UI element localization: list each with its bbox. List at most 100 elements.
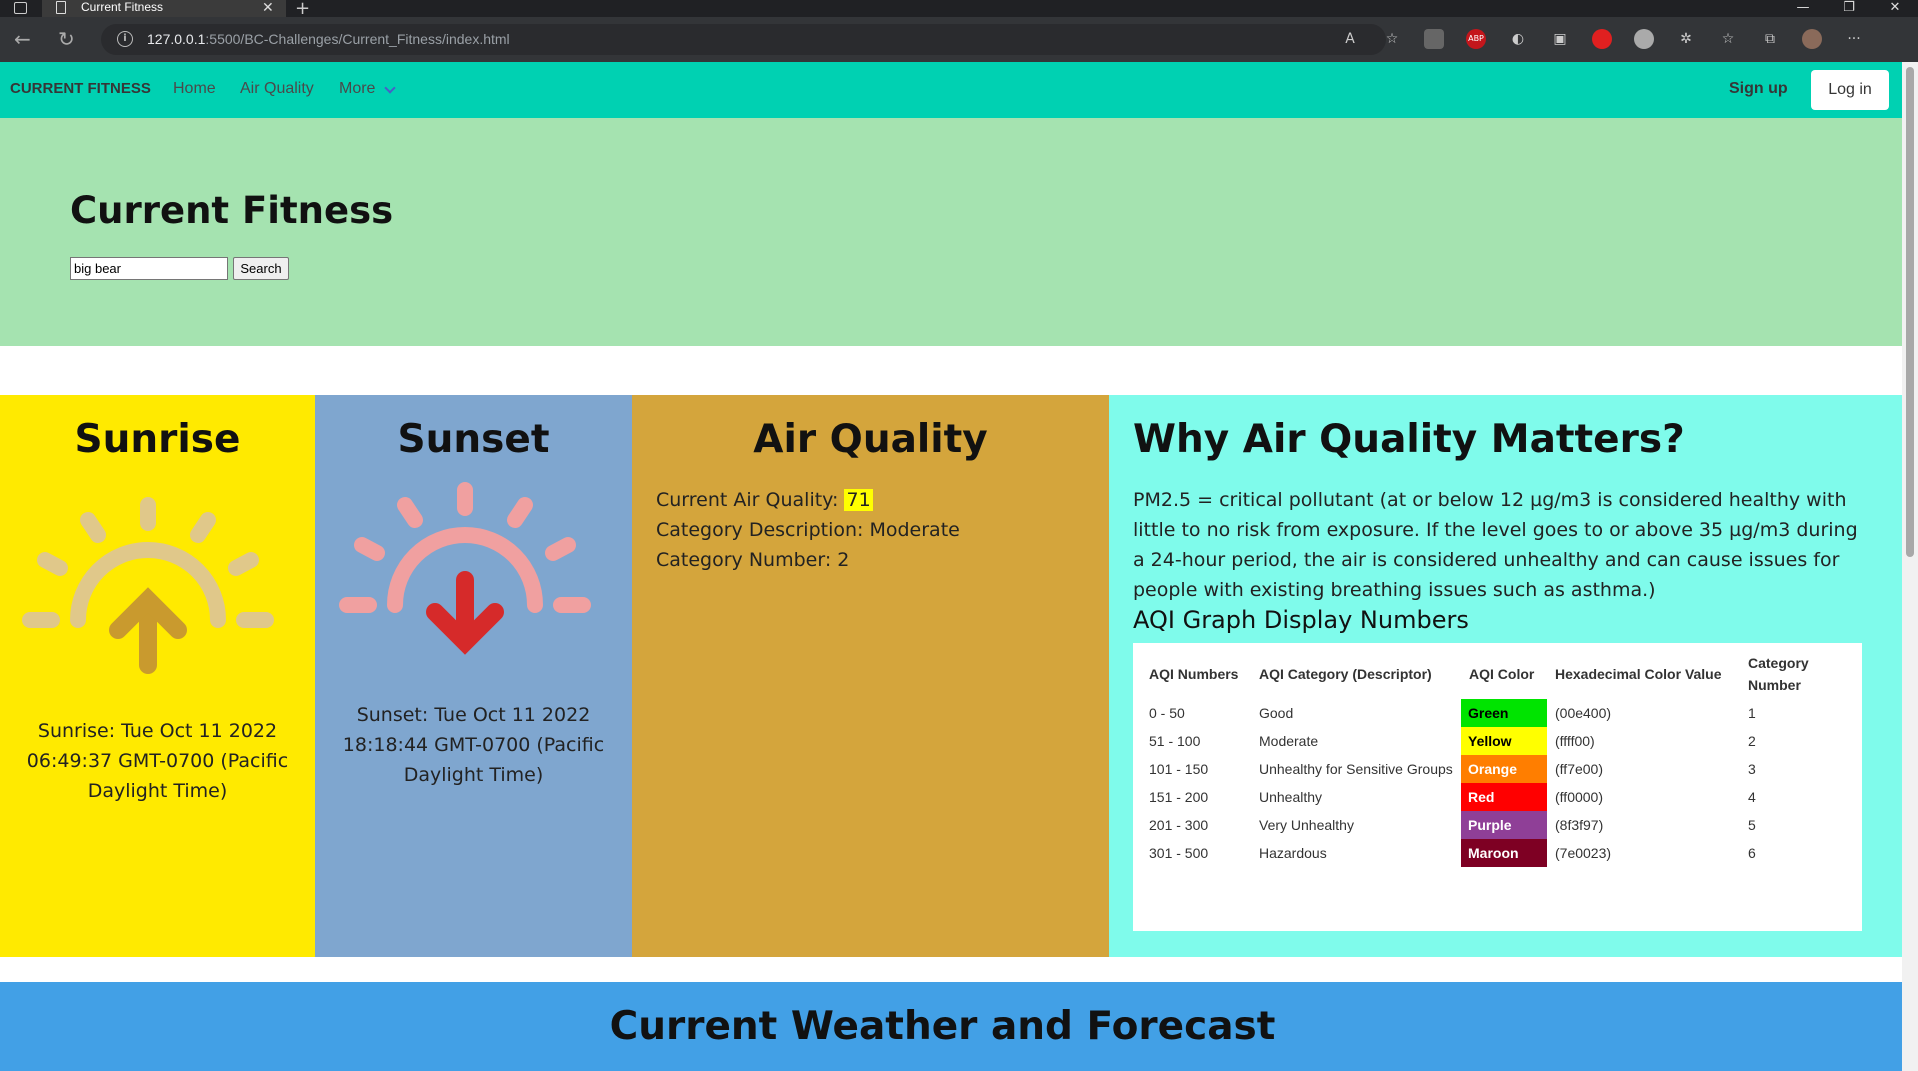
aqi-color-name: Green [1461, 699, 1547, 727]
aqi-hex: (ff7e00) [1555, 761, 1603, 777]
aqi-category: Good [1259, 705, 1294, 721]
extension-icon[interactable]: ◐ [1508, 29, 1528, 49]
header-aqi-color: AQI Color [1469, 666, 1535, 682]
extension-icon[interactable]: ▣ [1550, 29, 1570, 49]
header-aqi-numbers: AQI Numbers [1149, 666, 1239, 682]
why-title: Why Air Quality Matters? [1133, 417, 1685, 462]
sunrise-card: Sunrise Sunrise: Tue Oct 11 2022 06:49:3… [0, 395, 315, 957]
header-aqi-category: AQI Category (Descriptor) [1259, 666, 1432, 682]
aqi-color-name: Red [1461, 783, 1547, 811]
aqi-range: 151 - 200 [1149, 789, 1209, 805]
site-info-icon[interactable]: i [117, 31, 133, 47]
back-icon[interactable]: ← [14, 27, 31, 51]
extension-icon[interactable] [1424, 29, 1444, 49]
url-text[interactable]: 127.0.0.1:5500/BC-Challenges/Current_Fit… [147, 31, 510, 47]
air-quality-card: Air Quality Current Air Quality: 71 Cate… [632, 395, 1109, 957]
profile-avatar[interactable] [1802, 29, 1822, 49]
aqi-category-number: 2 [1748, 733, 1756, 749]
aqi-hex: (00e400) [1555, 705, 1612, 721]
air-quality-details: Current Air Quality: 71 Category Descrip… [656, 485, 960, 575]
browser-tab-bar: Current Fitness ✕ + — ❐ ✕ [0, 0, 1918, 19]
login-button[interactable]: Log in [1811, 70, 1889, 110]
aqi-color-name: Orange [1461, 755, 1547, 783]
restore-icon[interactable]: ❐ [1826, 0, 1872, 17]
current-air-quality: Current Air Quality: 71 [656, 489, 873, 511]
tab-actions-icon[interactable] [14, 2, 27, 14]
aqi-color-name: Yellow [1461, 727, 1547, 755]
aqi-color-name: Purple [1461, 811, 1547, 839]
aqi-color-name: Maroon [1461, 839, 1547, 867]
more-menu-icon[interactable]: ··· [1844, 29, 1864, 49]
aqi-value-badge: 71 [844, 489, 873, 511]
document-icon [56, 1, 66, 14]
hero-section: Current Fitness big bear Search [0, 118, 1902, 346]
extension-icons: A ☆ ABP ◐ ▣ ✲ ☆ ⧉ ··· [1340, 29, 1864, 49]
chevron-down-icon[interactable] [384, 82, 396, 94]
aqi-hex: (8f3f97) [1555, 817, 1604, 833]
search-button[interactable]: Search [233, 257, 289, 280]
city-search-input[interactable]: big bear [70, 257, 228, 280]
read-aloud-icon[interactable]: A [1340, 29, 1360, 49]
browser-toolbar: ← ↻ i 127.0.0.1:5500/BC-Challenges/Curre… [0, 17, 1918, 62]
sunset-time: Sunset: Tue Oct 11 2022 18:18:44 GMT-070… [342, 704, 605, 786]
extension-icon[interactable] [1592, 29, 1612, 49]
weather-title: Current Weather and Forecast [609, 1004, 1276, 1049]
tab-title: Current Fitness [81, 0, 164, 14]
scrollbar-thumb[interactable] [1906, 67, 1914, 557]
aqi-category-number: 3 [1748, 761, 1756, 777]
aqi-category: Moderate [1259, 733, 1319, 749]
brand-logo[interactable]: CURRENT FITNESS [10, 80, 151, 97]
sunset-card: Sunset Sunset: Tue Oct 11 2022 18:18:44 … [315, 395, 632, 957]
nav-home[interactable]: Home [173, 80, 216, 98]
sunset-title: Sunset [397, 417, 550, 462]
address-bar[interactable]: i 127.0.0.1:5500/BC-Challenges/Current_F… [101, 24, 1386, 55]
weather-section: Current Weather and Forecast [0, 982, 1902, 1071]
extension-icon[interactable] [1634, 29, 1654, 49]
browser-tab[interactable]: Current Fitness ✕ [42, 0, 286, 17]
close-tab-icon[interactable]: ✕ [262, 0, 274, 15]
aqi-range: 0 - 50 [1149, 705, 1185, 721]
extensions-puzzle-icon[interactable]: ✲ [1676, 29, 1696, 49]
pm25-paragraph: PM2.5 = critical pollutant (at or below … [1133, 489, 1858, 601]
aqi-category-number: 5 [1748, 817, 1756, 833]
aqi-category: Hazardous [1259, 845, 1327, 861]
aqi-range: 301 - 500 [1149, 845, 1209, 861]
aqi-category-number: 6 [1748, 845, 1756, 861]
aqi-table-heading: AQI Graph Display Numbers [1133, 606, 1469, 634]
table-row: 201 - 300 Very Unhealthy Purple (8f3f97) 5 [1141, 811, 1850, 839]
aqi-category-number: 1 [1748, 705, 1756, 721]
close-window-icon[interactable]: ✕ [1872, 0, 1918, 17]
aqi-category-number: 4 [1748, 789, 1756, 805]
aqi-category: Unhealthy [1259, 789, 1323, 805]
table-row: 0 - 50 Good Green (00e400) 1 [1141, 699, 1850, 727]
page-scrollbar[interactable] [1902, 62, 1918, 1071]
aqi-category: Very Unhealthy [1259, 817, 1354, 833]
refresh-icon[interactable]: ↻ [58, 27, 75, 51]
site-navbar: CURRENT FITNESS Home Air Quality More Si… [0, 62, 1902, 118]
table-row: 301 - 500 Hazardous Maroon (7e0023) 6 [1141, 839, 1850, 867]
aqi-hex: (7e0023) [1555, 845, 1612, 861]
aqi-range: 51 - 100 [1149, 733, 1201, 749]
table-row: 151 - 200 Unhealthy Red (ff0000) 4 [1141, 783, 1850, 811]
signup-link[interactable]: Sign up [1729, 80, 1788, 98]
sunrise-time: Sunrise: Tue Oct 11 2022 06:49:37 GMT-07… [26, 720, 289, 802]
window-controls: — ❐ ✕ [1780, 0, 1918, 17]
header-hex-color: Hexadecimal Color Value [1555, 666, 1722, 682]
sunrise-title: Sunrise [74, 417, 241, 462]
favorites-icon[interactable]: ☆ [1718, 29, 1738, 49]
aqi-hex: (ffff00) [1555, 733, 1595, 749]
favorite-add-icon[interactable]: ☆ [1382, 29, 1402, 49]
adblock-icon[interactable]: ABP [1466, 29, 1486, 49]
aqi-range: 201 - 300 [1149, 817, 1209, 833]
aqi-table: AQI Numbers AQI Category (Descriptor) AQ… [1133, 643, 1862, 931]
minimize-icon[interactable]: — [1780, 0, 1826, 17]
sunrise-icon [22, 497, 274, 674]
category-number: Category Number: 2 [656, 549, 850, 571]
nav-air-quality[interactable]: Air Quality [240, 80, 314, 98]
aqi-category: Unhealthy for Sensitive Groups [1259, 761, 1453, 777]
sunset-icon [339, 482, 591, 655]
collections-icon[interactable]: ⧉ [1760, 29, 1780, 49]
aqi-range: 101 - 150 [1149, 761, 1209, 777]
why-air-quality-card: Why Air Quality Matters? PM2.5 = critica… [1109, 395, 1902, 957]
nav-more[interactable]: More [339, 80, 375, 98]
